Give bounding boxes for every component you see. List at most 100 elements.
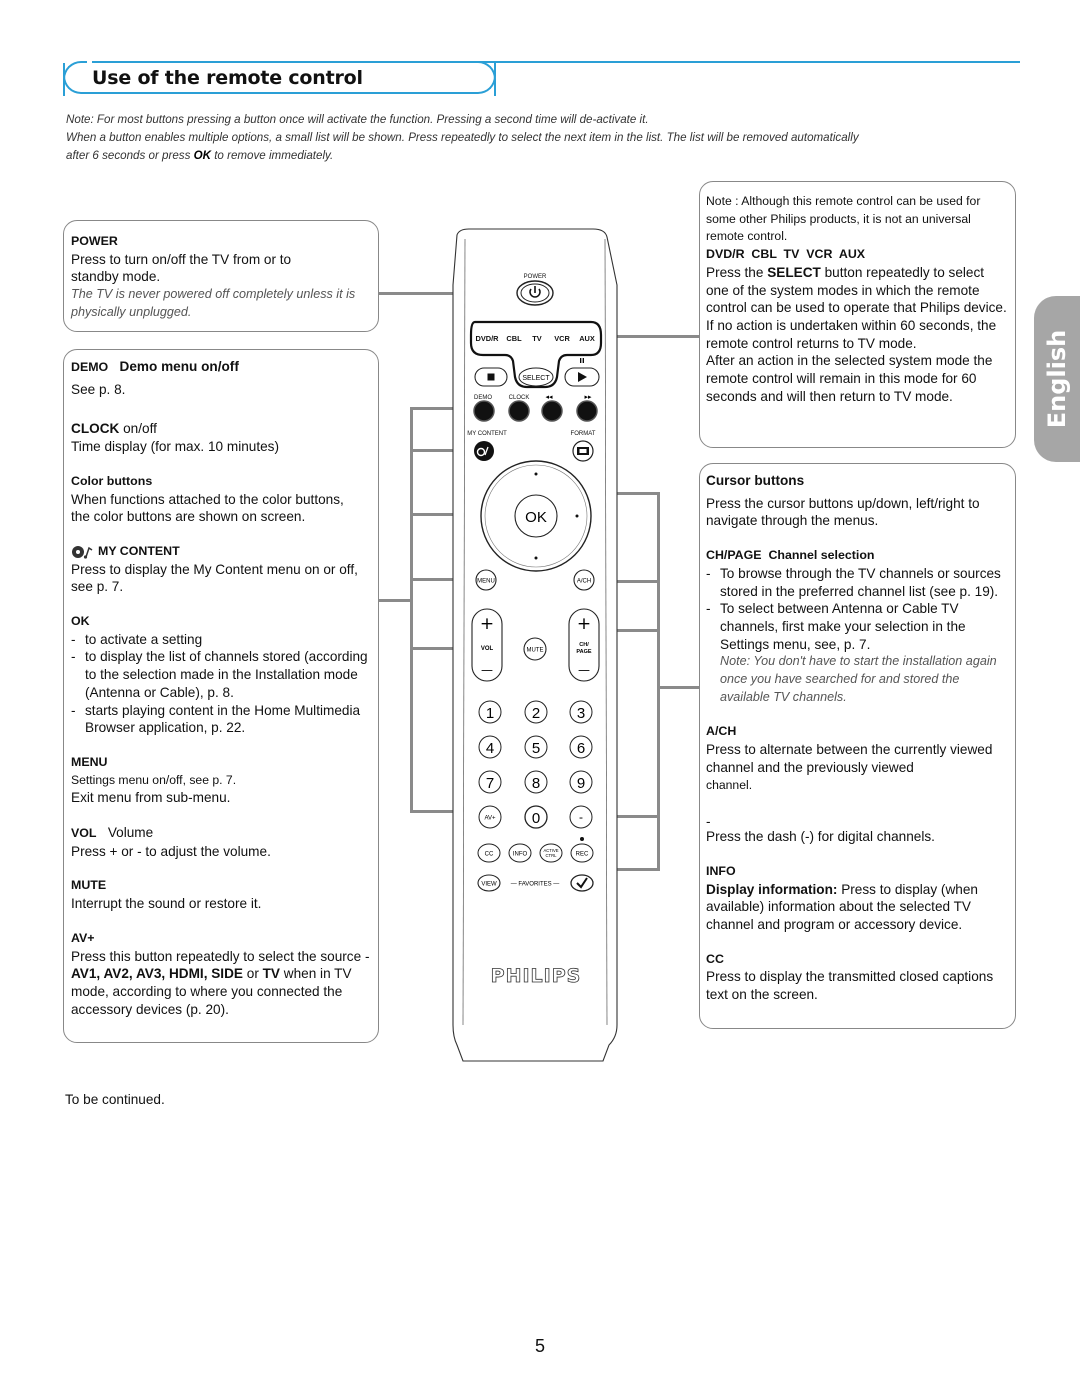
cursor-down-icon[interactable] xyxy=(534,556,538,560)
dash-button[interactable]: - xyxy=(569,805,593,829)
volume-rocker[interactable]: + VOL — xyxy=(471,608,503,682)
digit-5-button[interactable]: 5 xyxy=(524,735,548,759)
clock-label: CLOCK xyxy=(509,395,530,401)
mode-cbl[interactable]: CBL xyxy=(506,334,522,343)
svg-text:AV+: AV+ xyxy=(484,816,496,822)
info-heading: INFO xyxy=(706,863,736,878)
svg-text:0: 0 xyxy=(532,810,540,827)
digit-2-button[interactable]: 2 xyxy=(524,700,548,724)
svg-text:SELECT: SELECT xyxy=(522,375,550,382)
avplus-button[interactable]: AV+ xyxy=(478,805,502,829)
ach-text-2: channel. xyxy=(706,777,753,792)
select-button[interactable]: SELECT xyxy=(518,367,554,387)
menu-heading: MENU xyxy=(71,754,108,769)
svg-text:6: 6 xyxy=(577,740,585,757)
functions-callout-left: DEMO Demo menu on/off See p. 8. CLOCK on… xyxy=(63,349,379,1043)
my-content-text: Press to display the My Content menu on … xyxy=(71,561,358,595)
functions-callout-right: Cursor buttons Press the cursor buttons … xyxy=(699,463,1016,1029)
record-button[interactable]: REC xyxy=(570,843,594,863)
ok-heading: OK xyxy=(71,614,90,629)
digit-9-button[interactable]: 9 xyxy=(569,770,593,794)
cc-text: Press to display the transmitted closed … xyxy=(706,969,994,1003)
chpage-item: - To select between Antenna or Cable TV c… xyxy=(706,601,966,652)
ach-button[interactable]: A/CH xyxy=(573,569,595,591)
volume-up-icon: + xyxy=(480,614,494,634)
clock-heading: CLOCK on/off xyxy=(71,421,157,437)
svg-text:3: 3 xyxy=(577,705,585,722)
mode-dvdr[interactable]: DVD/R xyxy=(476,334,500,343)
digit-1-button[interactable]: 1 xyxy=(478,700,502,724)
svg-text:5: 5 xyxy=(532,740,540,757)
color-buttons-text: When functions attached to the color but… xyxy=(71,491,344,525)
svg-text:CTRL: CTRL xyxy=(546,853,558,858)
svg-text:-: - xyxy=(579,810,583,824)
mode-tv[interactable]: TV xyxy=(532,334,542,343)
power-label: POWER xyxy=(524,274,547,280)
my-content-label: MY CONTENT xyxy=(467,431,507,437)
clock-button[interactable] xyxy=(508,400,530,422)
stop-icon xyxy=(487,373,495,381)
mode-vcr[interactable]: VCR xyxy=(554,334,570,343)
page-title: Use of the remote control xyxy=(92,67,363,89)
system-p2: If no action is undertaken within 60 sec… xyxy=(706,317,997,351)
cursor-up-icon[interactable] xyxy=(534,472,538,476)
my-content-heading: MY CONTENT xyxy=(71,543,371,561)
power-callout: POWER Press to turn on/off the TV from o… xyxy=(63,220,379,332)
cc-button[interactable]: CC xyxy=(477,843,501,863)
power-button[interactable] xyxy=(516,280,554,306)
demo-label: DEMO xyxy=(474,395,492,401)
dash-heading: - xyxy=(706,814,711,830)
ok-item: - to display the list of channels stored … xyxy=(71,649,368,700)
chpage-note: Note: You don't have to start the instal… xyxy=(720,654,997,704)
channel-up-icon: + xyxy=(577,614,591,634)
view-button[interactable]: VIEW xyxy=(477,874,501,892)
power-heading: POWER xyxy=(71,234,118,248)
demo-text: See p. 8. xyxy=(71,381,126,397)
active-control-button[interactable]: ACTIVE CTRL xyxy=(539,843,563,863)
format-button[interactable] xyxy=(572,440,594,462)
stop-button[interactable] xyxy=(474,367,508,387)
play-button[interactable] xyxy=(564,367,600,387)
connector-left-join xyxy=(379,599,412,602)
channel-down-icon: — xyxy=(578,663,590,677)
svg-text:9: 9 xyxy=(577,775,585,792)
svg-text:4: 4 xyxy=(486,740,494,757)
chpage-heading: CH/PAGE Channel selection xyxy=(706,548,875,563)
favorites-label: — FAVORITES — xyxy=(511,882,560,888)
svg-text:MUTE: MUTE xyxy=(527,648,544,654)
color-buttons-heading: Color buttons xyxy=(71,473,153,488)
demo-heading: DEMO Demo menu on/off xyxy=(71,359,239,374)
digit-4-button[interactable]: 4 xyxy=(478,735,502,759)
svg-text:2: 2 xyxy=(532,705,540,722)
digit-0-button[interactable]: 0 xyxy=(524,805,548,829)
cc-heading: CC xyxy=(706,951,724,966)
my-content-icon xyxy=(72,545,93,559)
rewind-button[interactable] xyxy=(541,400,563,422)
digit-3-button[interactable]: 3 xyxy=(569,700,593,724)
svg-text:1: 1 xyxy=(486,705,494,722)
philips-logo: PHILIPS xyxy=(491,965,582,987)
digit-8-button[interactable]: 8 xyxy=(524,770,548,794)
ach-heading: A/CH xyxy=(706,724,737,739)
menu-line-2: Exit menu from sub-menu. xyxy=(71,790,231,806)
my-content-button[interactable] xyxy=(474,441,494,461)
vol-heading: VOL Volume xyxy=(71,825,154,841)
mute-button[interactable]: MUTE xyxy=(523,637,547,661)
digit-7-button[interactable]: 7 xyxy=(478,770,502,794)
menu-line-1: Settings menu on/off, see p. 7. xyxy=(71,772,237,787)
ok-item: - to activate a setting xyxy=(71,631,203,647)
info-button[interactable]: INFO xyxy=(508,843,532,863)
demo-button[interactable] xyxy=(473,400,495,422)
svg-text:CH/: CH/ xyxy=(579,642,589,648)
clock-text: Time display (for max. 10 minutes) xyxy=(71,439,279,455)
record-indicator-icon xyxy=(580,837,584,841)
favorites-check-button[interactable] xyxy=(570,874,594,892)
cursor-right-icon[interactable] xyxy=(575,514,579,518)
chpage-item: - To browse through the TV channels or so… xyxy=(706,565,1001,599)
menu-button[interactable]: MENU xyxy=(475,569,497,591)
mode-aux[interactable]: AUX xyxy=(579,334,595,343)
channel-rocker[interactable]: + CH/ PAGE — xyxy=(568,608,600,682)
digit-6-button[interactable]: 6 xyxy=(569,735,593,759)
fast-forward-button[interactable] xyxy=(576,400,598,422)
intro-line-1: Note: For most buttons pressing a button… xyxy=(66,113,649,126)
